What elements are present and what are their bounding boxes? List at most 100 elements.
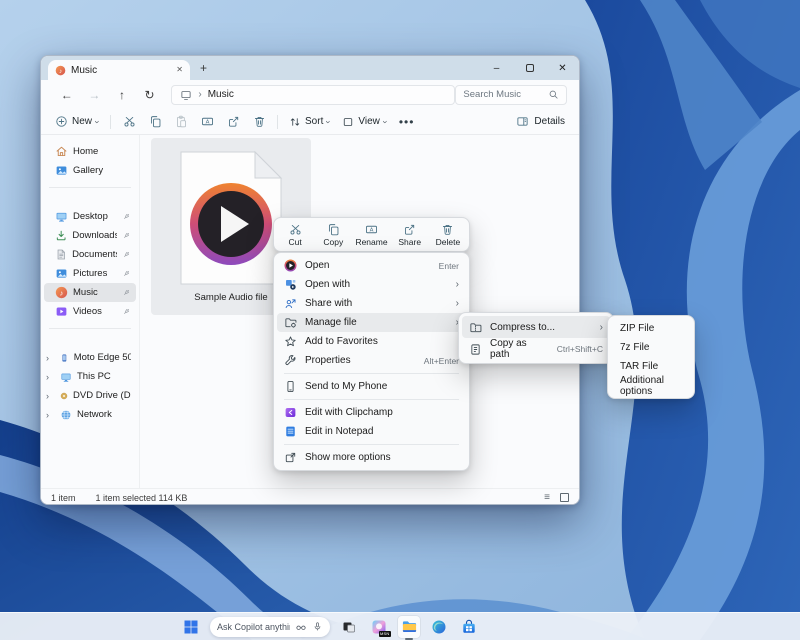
close-button[interactable]: ✕ <box>546 56 579 80</box>
pictures-icon <box>55 267 68 280</box>
menu-item-add-to-favorites[interactable]: Add to Favorites <box>277 332 466 351</box>
refresh-button[interactable]: ↻ <box>136 88 164 102</box>
plus-circle-icon <box>55 115 68 128</box>
tab-music[interactable]: Music ✕ <box>48 60 190 80</box>
chevron-right-icon[interactable]: › <box>46 391 55 401</box>
menu-item-send-to-phone[interactable]: Send to My Phone <box>277 377 466 396</box>
menu-item-open-with[interactable]: Open with › <box>277 275 466 294</box>
sidebar-item-videos[interactable]: Videos <box>44 302 136 321</box>
menu-item-properties[interactable]: Properties Alt+Enter <box>277 351 466 370</box>
submenu-item-copy-as-path[interactable]: Copy as path Ctrl+Shift+C <box>462 338 610 360</box>
details-pane-button[interactable]: Details <box>510 112 571 131</box>
sidebar-item-home[interactable]: Home <box>44 142 136 161</box>
more-options-icon <box>284 451 297 464</box>
pin-icon <box>122 307 131 316</box>
icons-view-toggle[interactable] <box>560 493 569 502</box>
window-controls: – ✕ <box>480 56 579 80</box>
menu-divider <box>284 444 459 445</box>
desktop-icon <box>55 210 68 223</box>
new-button[interactable]: New › <box>49 112 105 131</box>
chevron-right-icon[interactable]: › <box>46 410 55 420</box>
file-explorer-button[interactable] <box>398 616 420 638</box>
new-label: New <box>72 116 92 127</box>
minimize-button[interactable]: – <box>480 56 513 80</box>
menu-item-show-more-options[interactable]: Show more options <box>277 448 466 467</box>
menu-item-manage-file[interactable]: Manage file › <box>277 313 466 332</box>
menu-item-share-with[interactable]: Share with › <box>277 294 466 313</box>
chevron-right-icon[interactable]: › <box>46 353 55 363</box>
breadcrumb: Music <box>208 89 234 100</box>
sidebar-item-gallery[interactable]: Gallery <box>44 161 136 180</box>
sidebar-item-dvd-drive[interactable]: › DVD Drive (D:) CCC <box>44 386 136 405</box>
computer-icon <box>60 371 72 383</box>
sort-button[interactable]: Sort › <box>283 113 336 131</box>
chevron-right-icon: › <box>456 279 459 290</box>
maximize-button[interactable] <box>513 56 546 80</box>
forward-button[interactable]: → <box>81 88 109 102</box>
file-name-label: Sample Audio file <box>194 292 267 303</box>
desktop: ♪ A <box>0 0 800 640</box>
phone-icon <box>60 352 69 364</box>
sidebar-item-documents[interactable]: Documents <box>44 245 136 264</box>
copilot-search-input[interactable]: Ask Copilot anything <box>210 617 330 637</box>
copy-icon <box>327 223 340 236</box>
share-with-icon <box>284 297 297 310</box>
microsoft-store-button[interactable] <box>458 616 480 638</box>
paste-button[interactable] <box>168 115 194 128</box>
sidebar-item-music[interactable]: Music <box>44 283 136 302</box>
search-input[interactable]: Search Music <box>455 85 567 105</box>
sidebar-item-pictures[interactable]: Pictures <box>44 264 136 283</box>
submenu-item-compress-to[interactable]: Compress to... › <box>462 316 610 338</box>
submenu-item-zip-file[interactable]: ZIP File <box>611 319 691 338</box>
sidebar-item-desktop[interactable]: Desktop <box>44 207 136 226</box>
pin-icon <box>122 250 131 259</box>
location-icon <box>180 89 192 101</box>
rename-button[interactable] <box>194 115 220 128</box>
submenu-item-7z-file[interactable]: 7z File <box>611 338 691 357</box>
menu-item-edit-clipchamp[interactable]: Edit with Clipchamp <box>277 403 466 422</box>
start-button[interactable] <box>180 616 202 638</box>
share-button[interactable] <box>220 115 246 128</box>
windows-logo-icon <box>183 619 199 635</box>
sidebar-item-this-pc[interactable]: › This PC <box>44 367 136 386</box>
sidebar-item-phone[interactable]: › Moto Edge 50 Neo <box>44 348 136 367</box>
address-bar[interactable]: › Music <box>171 85 455 105</box>
submenu-item-tar-file[interactable]: TAR File <box>611 357 691 376</box>
back-button[interactable]: ← <box>53 88 81 102</box>
list-view-toggle[interactable]: ≡ <box>544 492 550 503</box>
copilot-placeholder: Ask Copilot anything <box>217 622 290 632</box>
navigation-bar: ← → ↑ ↻ › Music Search Music <box>41 80 579 109</box>
search-icon <box>548 89 559 100</box>
share-action[interactable]: Share <box>391 220 429 249</box>
tab-close-icon[interactable]: ✕ <box>176 66 183 74</box>
chevron-right-icon[interactable]: › <box>46 372 55 382</box>
rename-action[interactable]: Rename <box>352 220 390 249</box>
up-button[interactable]: ↑ <box>108 88 136 102</box>
menu-item-open[interactable]: Open Enter <box>277 256 466 275</box>
share-icon <box>403 223 416 236</box>
media-play-icon <box>284 259 297 272</box>
tab-title: Music <box>71 65 97 76</box>
audio-file-icon <box>179 150 283 286</box>
sidebar-item-downloads[interactable]: Downloads <box>44 226 136 245</box>
copy-action[interactable]: Copy <box>314 220 352 249</box>
microphone-icon[interactable] <box>312 621 323 632</box>
more-options-button[interactable]: ••• <box>393 115 421 129</box>
msn-app-button[interactable]: MSN <box>368 616 390 638</box>
manage-file-icon <box>284 316 297 329</box>
sidebar-item-network[interactable]: › Network <box>44 405 136 424</box>
cut-action[interactable]: Cut <box>276 220 314 249</box>
pin-icon <box>122 269 131 278</box>
menu-item-edit-notepad[interactable]: Edit in Notepad <box>277 422 466 441</box>
edge-browser-button[interactable] <box>428 616 450 638</box>
new-tab-button[interactable]: + <box>200 62 207 74</box>
task-view-button[interactable] <box>338 616 360 638</box>
view-button[interactable]: View › <box>336 113 393 131</box>
delete-action[interactable]: Delete <box>429 220 467 249</box>
cut-button[interactable] <box>116 115 142 128</box>
submenu-item-additional-options[interactable]: Additional options <box>611 376 691 395</box>
item-count: 1 item <box>51 493 76 503</box>
compress-to-submenu: ZIP File 7z File TAR File Additional opt… <box>607 315 695 399</box>
delete-button[interactable] <box>246 115 272 128</box>
copy-button[interactable] <box>142 115 168 128</box>
